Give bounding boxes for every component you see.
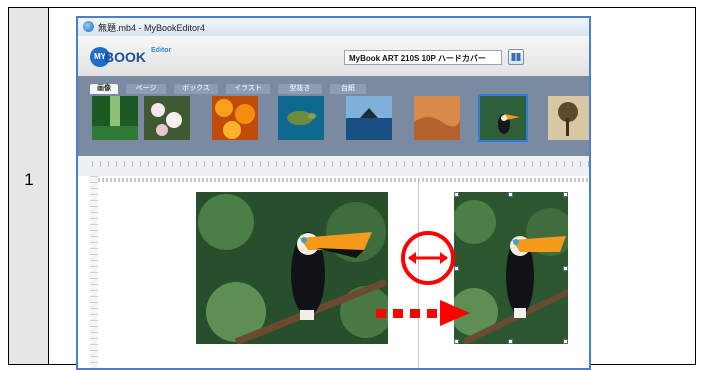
dashed-arrow-seg-3 (410, 309, 420, 318)
app-icon (83, 21, 94, 32)
tab-illustrations[interactable]: イラスト (226, 84, 270, 94)
toucan-thumbnail[interactable] (478, 94, 528, 142)
dashed-arrow-seg-2 (393, 309, 403, 318)
double-arrow-left-head (408, 252, 416, 264)
logo-subtitle: Editor (151, 47, 172, 54)
page-canvas[interactable] (78, 176, 589, 368)
app-window: 無題.mb4 - MyBookEditor4 MY BOOK Editor My… (76, 16, 591, 370)
main-toolbar: MY BOOK Editor MyBook ART 210S 10P ハードカバ… (78, 36, 589, 76)
forest-path-thumbnail[interactable] (92, 96, 138, 140)
asset-panel: 画像 ページ ボックス イラスト 型抜き 台紙 (78, 76, 589, 212)
tab-cutouts[interactable]: 型抜き (278, 84, 322, 94)
dashed-arrow-seg-1 (376, 309, 386, 318)
whale-tail-thumbnail[interactable] (346, 96, 392, 140)
orange-flowers-thumbnail[interactable] (212, 96, 258, 140)
desert-dunes-thumbnail[interactable] (414, 96, 460, 140)
sea-turtle-thumbnail[interactable] (278, 96, 324, 140)
open-book-button[interactable] (508, 49, 524, 65)
book-icon (511, 53, 521, 61)
step-number: 1 (24, 170, 34, 189)
dashed-arrow-seg-4 (427, 309, 437, 318)
double-arrow-right-head (440, 252, 448, 264)
trees-thumbnail[interactable] (548, 96, 589, 140)
window-title: 無題.mb4 - MyBookEditor4 (98, 23, 206, 33)
window-titlebar: 無題.mb4 - MyBookEditor4 (78, 18, 589, 36)
tab-boxes[interactable]: ボックス (174, 84, 218, 94)
horizontal-ruler (92, 161, 589, 167)
tab-pages[interactable]: ページ (126, 84, 166, 94)
tab-images[interactable]: 画像 (90, 84, 118, 94)
logo-text: BOOK (104, 49, 146, 65)
product-select[interactable]: MyBook ART 210S 10P ハードカバー (344, 50, 502, 65)
annotation-overlay (376, 231, 470, 326)
white-flowers-thumbnail[interactable] (144, 96, 190, 140)
dashed-arrow-head (440, 300, 470, 326)
step-number-cell: 1 (9, 8, 49, 364)
tab-mounts[interactable]: 台紙 (330, 84, 366, 94)
